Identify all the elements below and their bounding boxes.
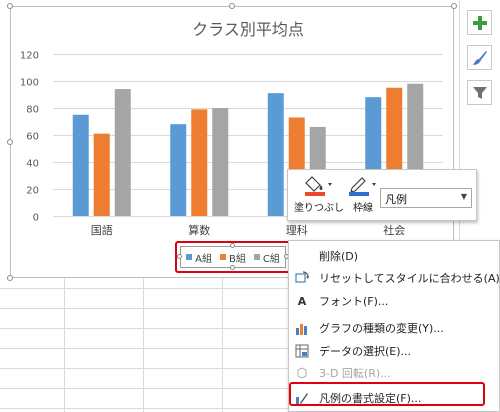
chevron-down-icon: ▼ [460,192,467,201]
menu-item-reset-style[interactable]: リセットしてスタイルに合わせる(A) [289,267,500,289]
pen-icon [349,177,376,196]
y-tick-label: 20 [26,186,39,197]
menu-item-font[interactable]: A フォント(F)... [289,290,500,312]
plus-icon [472,15,487,30]
fill-label: 塗りつぶし [293,203,345,214]
chart-type-icon [295,321,309,335]
fill-button[interactable]: 塗りつぶし [293,173,345,214]
menu-item-delete-label: 削除(D) [319,250,359,263]
menu-item-select-data[interactable]: データの選択(E)... [289,340,500,362]
menu-item-select-data-label: データの選択(E)... [319,345,412,358]
legend-label-a: A組 [195,253,212,265]
y-tick-label: 100 [20,78,39,89]
outline-label: 枠線 [353,203,373,214]
bar-国語-C組 [114,89,131,216]
y-tick-label: 0 [33,213,39,224]
legend-label-c: C組 [262,253,280,265]
brush-icon [472,50,487,65]
chart-elements-button[interactable] [467,10,492,35]
paint-bucket-icon [305,176,332,196]
legend-swatch-a [186,254,193,260]
legend-label-b: B組 [228,253,246,265]
bar-算数-B組 [191,109,208,216]
y-tick-label: 80 [26,105,39,116]
bar-理科-A組 [267,93,284,216]
legend-handle-top[interactable] [230,243,235,248]
legend-item-c: C組 [253,250,280,265]
excel-window: クラス別平均点 0 20 40 60 80 100 120 国語 算数 理科 社会 A組 B組 C組 [0,0,500,412]
bar-算数-A組 [170,124,187,216]
bar-chart: クラス別平均点 0 20 40 60 80 100 120 国語 算数 理科 社会 [20,20,443,237]
resize-handle-bottom-left[interactable] [7,275,13,281]
menu-item-3d-rotation[interactable]: 3-D 回転(R)... [289,362,500,384]
select-data-icon [295,344,309,358]
x-tick-label: 国語 [91,223,113,237]
outline-button[interactable]: 枠線 [346,173,380,214]
legend-swatch-b [219,254,226,260]
legend-handle-left[interactable] [177,254,182,259]
legend-item-b: B組 [219,250,246,265]
resize-handle-left[interactable] [7,139,13,145]
chart-element-selector[interactable]: 凡例 ▼ [380,188,472,208]
y-tick-label: 40 [26,159,39,170]
menu-item-font-label: フォント(F)... [319,295,389,308]
font-icon: A [297,294,307,308]
bar-算数-C組 [212,108,229,216]
resize-handle-top[interactable] [229,3,235,9]
mini-toolbar: 塗りつぶし 枠線 凡例 ▼ [287,169,477,221]
x-tick-label: 社会 [383,223,405,237]
legend-item-a: A組 [186,250,212,265]
y-tick-label: 120 [20,51,39,62]
resize-handle-top-right[interactable] [451,3,457,9]
menu-item-change-chart-type-label: グラフの種類の変更(Y)... [319,322,444,335]
chart-area[interactable]: クラス別平均点 0 20 40 60 80 100 120 国語 算数 理科 社会 [10,6,454,278]
resize-handle-top-left[interactable] [7,3,13,9]
menu-item-change-chart-type[interactable]: グラフの種類の変更(Y)... [289,317,500,339]
reset-style-icon [295,271,309,285]
menu-item-delete[interactable]: 削除(D) [289,245,500,267]
chart-filters-button[interactable] [467,80,492,105]
bar-国語-A組 [72,114,89,216]
menu-item-reset-style-label: リセットしてスタイルに合わせる(A) [319,272,500,285]
x-tick-label: 理科 [286,223,308,237]
x-tick-label: 算数 [188,223,210,237]
selector-value: 凡例 [385,193,407,206]
bar-国語-B組 [93,133,110,216]
legend-handle-bottom[interactable] [230,265,235,270]
chart-title: クラス別平均点 [192,20,304,39]
format-legend-highlight-box [289,382,485,406]
chart-styles-button[interactable] [467,45,492,70]
y-tick-label: 60 [26,132,39,143]
legend-swatch-c [253,254,260,260]
filter-icon [472,86,487,99]
rotate-3d-icon [295,366,309,380]
menu-item-3d-rotation-label: 3-D 回転(R)... [319,367,391,380]
